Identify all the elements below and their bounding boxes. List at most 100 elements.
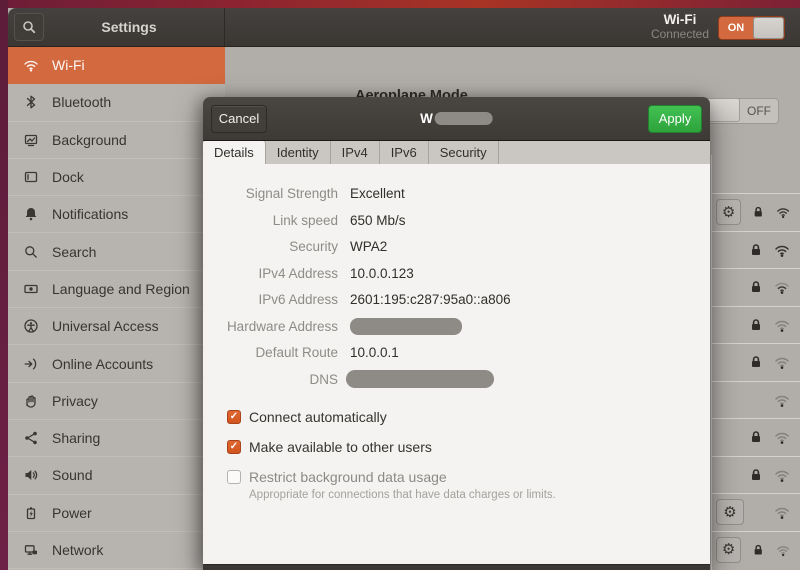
lock-icon [752, 281, 760, 293]
lock-icon [754, 544, 763, 555]
sidebar-item-power[interactable]: Power [8, 495, 225, 532]
gear-button[interactable]: ⚙ [716, 499, 744, 526]
network-row[interactable]: ⚙ [712, 193, 800, 231]
aeroplane-toggle-knob [706, 98, 740, 122]
sidebar-item-notifications[interactable]: Notifications [8, 196, 225, 234]
language-icon [24, 284, 38, 294]
lock-icon [752, 318, 760, 330]
tab-details[interactable]: Details [203, 141, 266, 164]
gear-button[interactable]: ⚙ [716, 199, 742, 226]
sidebar-item-sound[interactable]: Sound [8, 457, 225, 495]
network-row[interactable] [712, 380, 800, 419]
search-button[interactable] [14, 13, 44, 41]
network-row[interactable] [712, 343, 800, 381]
network-row[interactable]: ⚙ [712, 530, 800, 569]
network-row[interactable] [712, 305, 800, 344]
sidebar-item-background[interactable]: Background [8, 122, 225, 159]
detail-label: Hardware Address [226, 318, 338, 334]
network-row[interactable] [712, 268, 800, 306]
network-row[interactable] [712, 230, 800, 269]
restrict-background-data-option[interactable]: Restrict background data usage Appropria… [227, 469, 710, 501]
sidebar-item-online-accounts[interactable]: Online Accounts [8, 345, 225, 383]
sound-icon [25, 470, 38, 481]
tab-ipv6[interactable]: IPv6 [380, 141, 429, 164]
screen: Settings Wi-Fi Connected ON Wi-Fi Blueto… [0, 0, 800, 570]
details-tab-content: Signal Strength Excellent Link speed 650… [203, 164, 710, 564]
dialog-tabbar: Details Identity IPv4 IPv6 Security [203, 141, 710, 164]
detail-row-ipv6-address: IPv6 Address 2601:195:c287:95a0::a806 [203, 291, 710, 308]
dns-redaction [346, 370, 494, 388]
detail-label: IPv6 Address [258, 292, 338, 307]
wifi-toggle[interactable]: ON [718, 16, 785, 40]
tab-security[interactable]: Security [429, 141, 499, 164]
tab-ipv4[interactable]: IPv4 [331, 141, 380, 164]
checkbox-unchecked-icon[interactable] [227, 469, 241, 484]
cancel-button[interactable]: Cancel [211, 104, 267, 133]
tab-identity[interactable]: Identity [266, 141, 331, 164]
privacy-icon [26, 395, 36, 408]
network-list: ⚙ ⚙ ⚙ [711, 155, 800, 570]
lock-icon [752, 468, 760, 480]
sidebar-item-label: Privacy [52, 392, 98, 409]
sidebar-item-label: Sharing [52, 430, 101, 447]
sidebar-item-language-region[interactable]: Language and Region [8, 271, 225, 309]
make-available-option[interactable]: ✓ Make available to other users [227, 439, 710, 457]
wifi-toggle-knob [753, 17, 784, 39]
detail-label: Link speed [272, 212, 338, 228]
network-row[interactable]: ⚙ [712, 493, 800, 531]
desktop-top-strip [0, 0, 800, 8]
sidebar-item-sharing[interactable]: Sharing [8, 420, 225, 458]
sidebar-item-label: Dock [52, 169, 84, 186]
desktop-left-strip [0, 0, 8, 570]
network-name-visible: W [420, 111, 433, 126]
sidebar-item-universal-access[interactable]: Universal Access [8, 308, 225, 346]
gear-icon: ⚙ [721, 540, 736, 559]
gear-button[interactable]: ⚙ [716, 536, 742, 563]
sidebar-item-label: Universal Access [52, 318, 159, 335]
network-icon [24, 545, 37, 555]
network-row-blank [712, 155, 800, 193]
sidebar-item-network[interactable]: Network [8, 532, 225, 570]
search-icon [23, 21, 36, 34]
connect-automatically-option[interactable]: ✓ Connect automatically [227, 409, 710, 427]
sidebar-item-dock[interactable]: Dock [8, 159, 225, 197]
wifi-signal-icon [775, 470, 789, 482]
network-row[interactable] [712, 418, 800, 456]
sidebar-item-privacy[interactable]: Privacy [8, 383, 225, 420]
sidebar-item-wifi[interactable]: Wi-Fi [8, 47, 225, 85]
dock-icon [24, 171, 38, 183]
gear-icon: ⚙ [721, 202, 736, 221]
wifi-signal-icon [775, 245, 789, 257]
checkbox-label: Restrict background data usage [249, 468, 447, 485]
apply-button[interactable]: Apply [648, 104, 702, 133]
detail-label: Security [289, 239, 338, 254]
background-icon [24, 134, 38, 146]
search-icon [25, 245, 37, 258]
wifi-details-dialog: Cancel W Apply Details Identity IPv4 IPv… [203, 97, 710, 570]
network-row[interactable] [712, 455, 800, 494]
checkbox-checked-icon[interactable]: ✓ [227, 439, 241, 454]
aeroplane-mode-toggle[interactable]: OFF [706, 98, 779, 124]
detail-row-hardware-address: Hardware Address [203, 317, 710, 335]
hardware-address-redaction [350, 317, 462, 335]
sidebar-item-search[interactable]: Search [8, 233, 225, 271]
sidebar-headerbar: Settings [8, 8, 225, 46]
checkbox-checked-icon[interactable]: ✓ [227, 409, 241, 424]
sidebar-item-label: Online Accounts [52, 355, 154, 372]
detail-row-signal-strength: Signal Strength Excellent [203, 185, 710, 202]
sidebar-item-bluetooth[interactable]: Bluetooth [8, 84, 225, 122]
detail-value: WPA2 [350, 239, 388, 254]
dialog-bottom-edge [203, 564, 710, 570]
detail-row-default-route: Default Route 10.0.0.1 [203, 344, 710, 361]
detail-value: Excellent [350, 186, 405, 201]
lock-icon [754, 207, 763, 217]
sidebar-item-label: Wi-Fi [52, 57, 85, 74]
detail-row-link-speed: Link speed 650 Mb/s [203, 212, 710, 229]
bell-icon [25, 208, 37, 221]
checkbox-subtitle: Appropriate for connections that have da… [249, 488, 556, 501]
detail-row-dns: DNS [203, 370, 710, 388]
universal-access-icon [24, 319, 38, 333]
detail-value: 650 Mb/s [350, 212, 406, 228]
detail-label: DNS [309, 371, 338, 387]
checkbox-label: Connect automatically [249, 408, 387, 425]
